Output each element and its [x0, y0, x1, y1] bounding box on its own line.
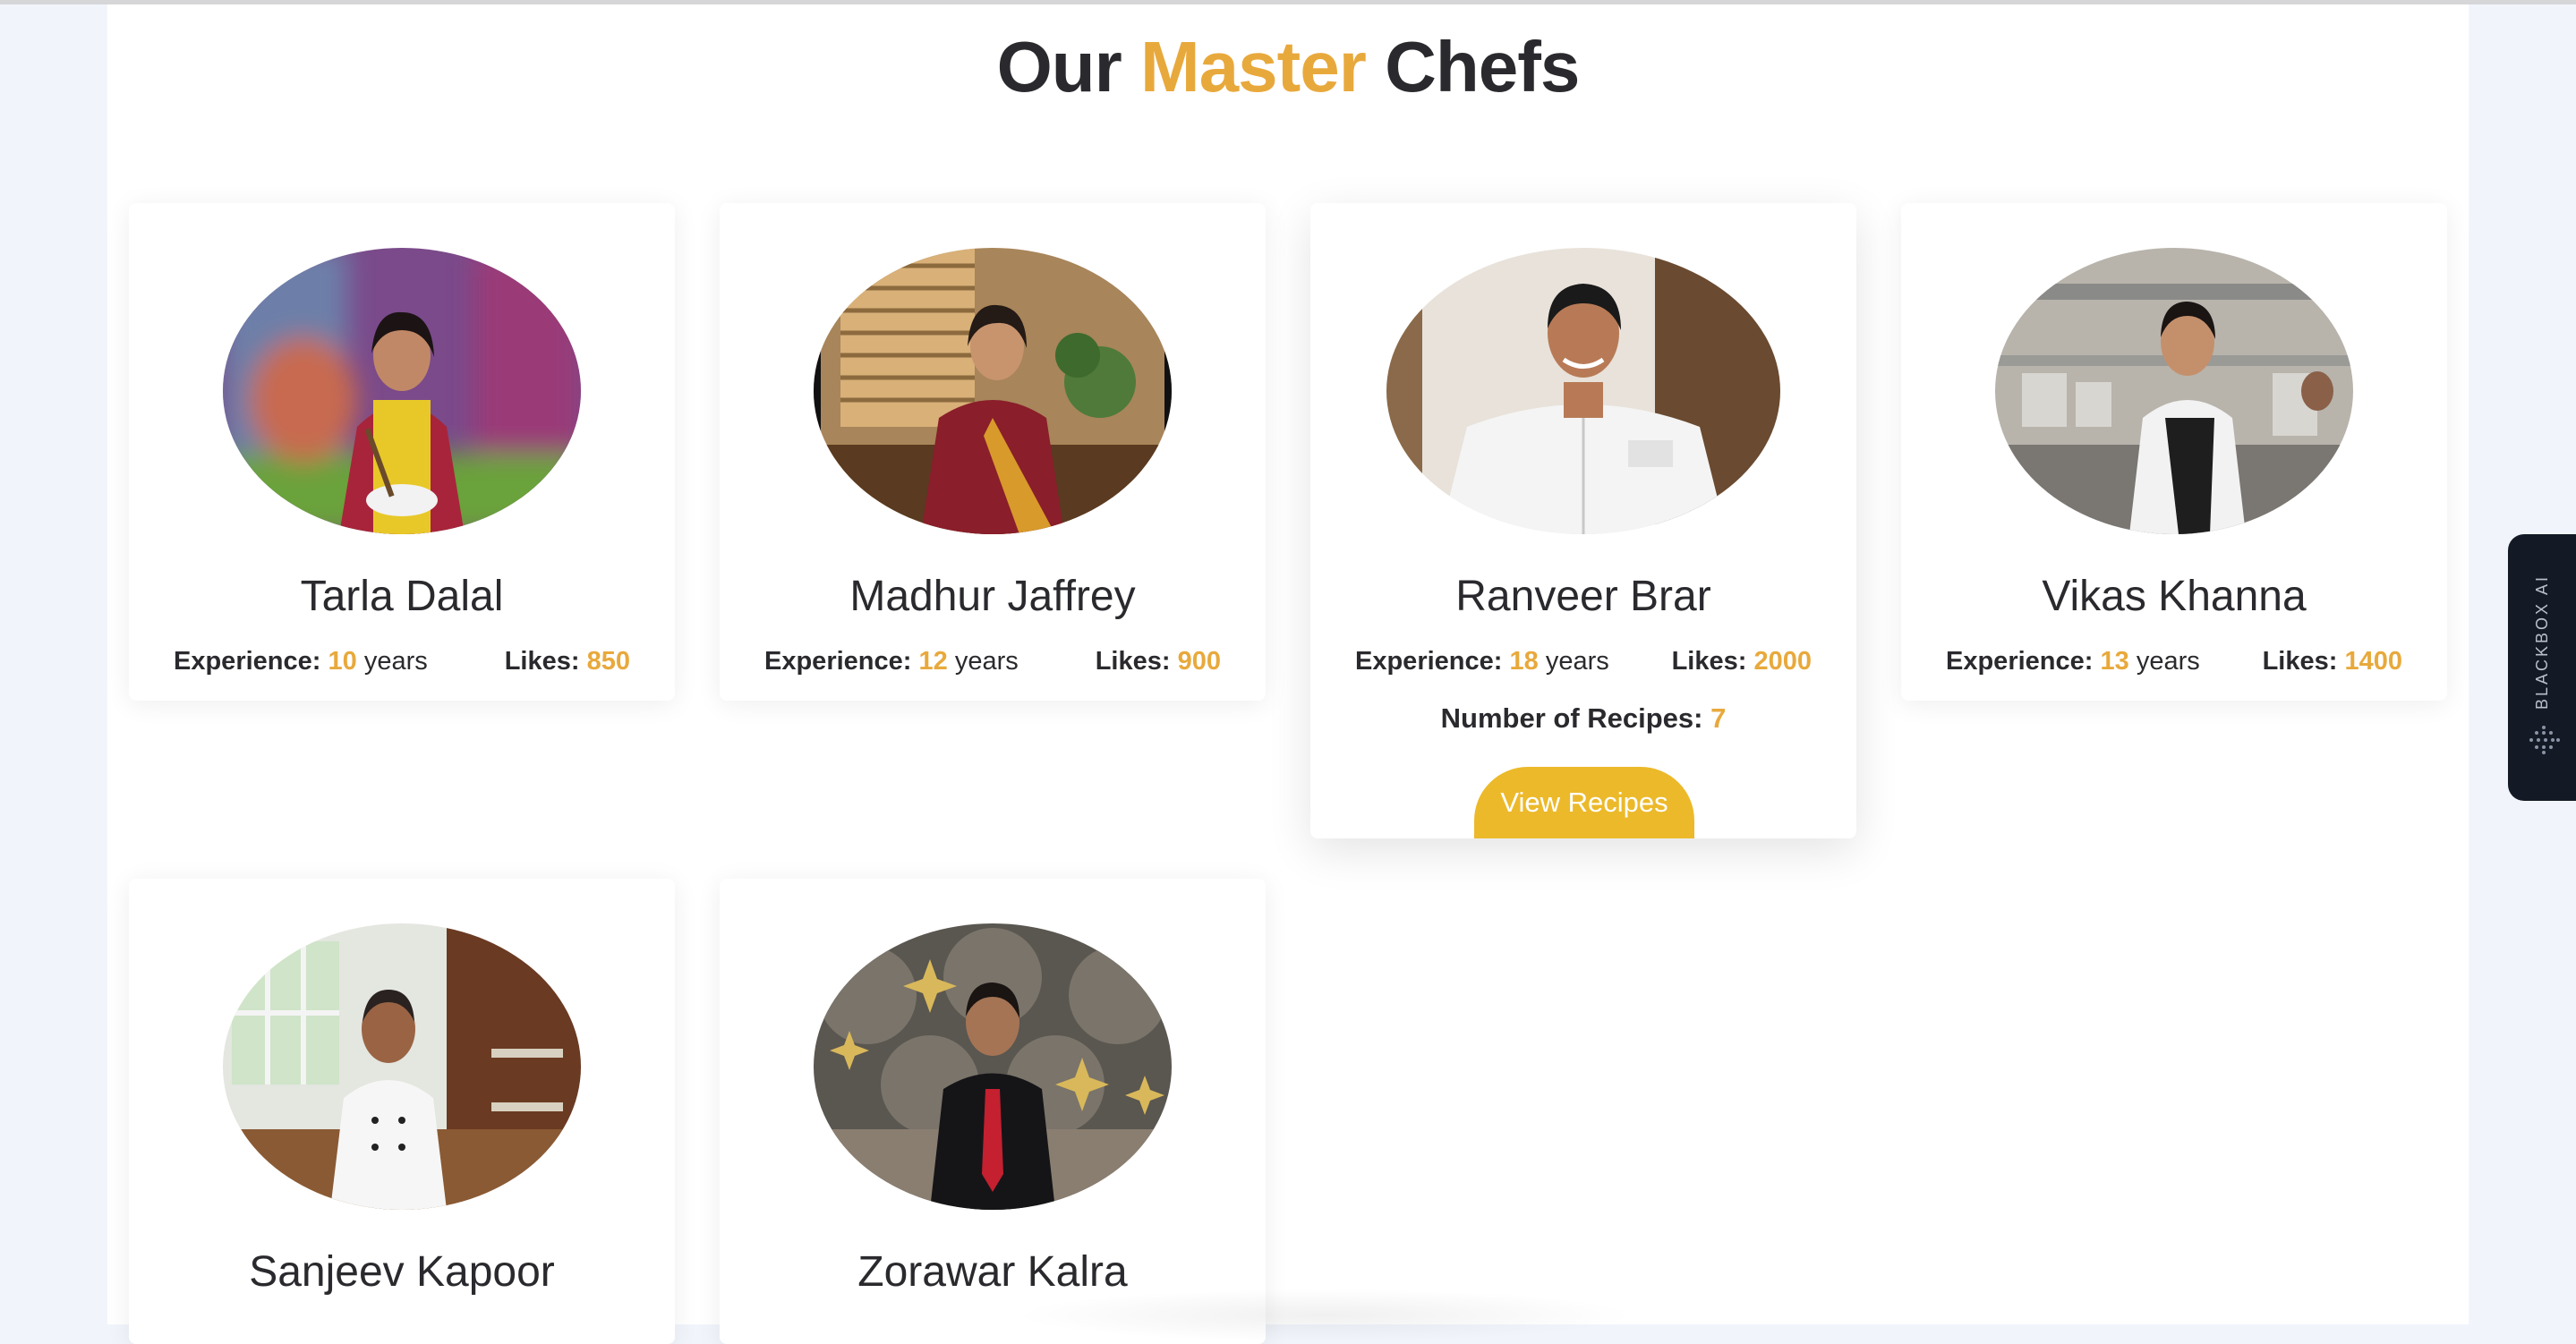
chef-name: Tarla Dalal — [300, 573, 504, 620]
likes-stat: Likes: 2000 — [1672, 647, 1812, 676]
blackbox-logo-icon — [2529, 726, 2560, 754]
chef-card[interactable]: Sanjeev Kapoor — [129, 879, 675, 1344]
chef-name: Ranveer Brar — [1455, 573, 1711, 620]
chef-photo — [223, 923, 581, 1210]
chef-name: Vikas Khanna — [2042, 573, 2307, 620]
experience-label: Experience: — [1355, 647, 1503, 676]
likes-value: 2000 — [1753, 647, 1812, 676]
chef-card[interactable]: Vikas Khanna Experience: 13 years Likes:… — [1901, 203, 2447, 701]
likes-value: 1400 — [2344, 647, 2402, 676]
likes-label: Likes: — [1095, 647, 1171, 676]
experience-stat: Experience: 10 years — [174, 647, 428, 676]
chef-card[interactable]: Zorawar Kalra — [720, 879, 1266, 1344]
experience-stat: Experience: 13 years — [1946, 647, 2200, 676]
heading-suffix: Chefs — [1385, 27, 1580, 106]
likes-value: 900 — [1177, 647, 1221, 676]
likes-stat: Likes: 850 — [505, 647, 630, 676]
recipes-label: Number of Recipes: — [1440, 702, 1703, 734]
chef-stats: Experience: 10 years Likes: 850 — [129, 647, 675, 676]
likes-label: Likes: — [504, 647, 580, 676]
experience-value: 13 — [2100, 647, 2129, 676]
chef-stats: Experience: 18 years Likes: 2000 — [1310, 647, 1856, 676]
chef-stats: Experience: 12 years Likes: 900 — [720, 647, 1266, 676]
side-tab-label: BLACKBOX AI — [2533, 574, 2552, 710]
view-recipes-button[interactable]: View Recipes — [1474, 767, 1694, 838]
section-heading: Our Master Chefs — [107, 26, 2469, 108]
likes-stat: Likes: 1400 — [2263, 647, 2402, 676]
experience-label: Experience: — [764, 647, 912, 676]
chef-card[interactable]: Madhur Jaffrey Experience: 12 years Like… — [720, 203, 1266, 701]
card-shadow — [1011, 1289, 1638, 1342]
experience-unit: years — [2136, 647, 2200, 676]
heading-accent: Master — [1140, 27, 1367, 106]
likes-label: Likes: — [2262, 647, 2338, 676]
experience-value: 10 — [328, 647, 357, 676]
experience-value: 12 — [918, 647, 948, 676]
chef-card[interactable]: Tarla Dalal Experience: 10 years Likes: … — [129, 203, 675, 701]
chef-photo — [1386, 248, 1780, 534]
chef-photo — [814, 248, 1172, 534]
blackbox-ai-tab[interactable]: BLACKBOX AI — [2508, 534, 2576, 801]
experience-unit: years — [954, 647, 1019, 676]
likes-value: 850 — [586, 647, 630, 676]
recipes-value: 7 — [1710, 702, 1727, 734]
chef-photo — [223, 248, 581, 534]
heading-prefix: Our — [996, 27, 1122, 106]
chefs-section: Our Master Chefs Tarla Dalal Experience:… — [107, 4, 2469, 1344]
chef-photo — [814, 923, 1172, 1210]
chef-stats: Experience: 13 years Likes: 1400 — [1901, 647, 2447, 676]
experience-label: Experience: — [1946, 647, 2094, 676]
chef-name: Madhur Jaffrey — [849, 573, 1136, 620]
experience-label: Experience: — [174, 647, 321, 676]
likes-label: Likes: — [1671, 647, 1747, 676]
chef-photo — [1995, 248, 2353, 534]
chef-name: Sanjeev Kapoor — [249, 1248, 555, 1296]
recipes-count: Number of Recipes: 7 — [1310, 702, 1856, 735]
experience-unit: years — [363, 647, 428, 676]
experience-value: 18 — [1509, 647, 1539, 676]
likes-stat: Likes: 900 — [1096, 647, 1221, 676]
experience-stat: Experience: 18 years — [1355, 647, 1609, 676]
experience-unit: years — [1545, 647, 1609, 676]
experience-stat: Experience: 12 years — [764, 647, 1019, 676]
chef-card[interactable]: Ranveer Brar Experience: 18 years Likes:… — [1310, 203, 1856, 838]
side-tab-label-wrap: BLACKBOX AI — [2521, 570, 2565, 713]
